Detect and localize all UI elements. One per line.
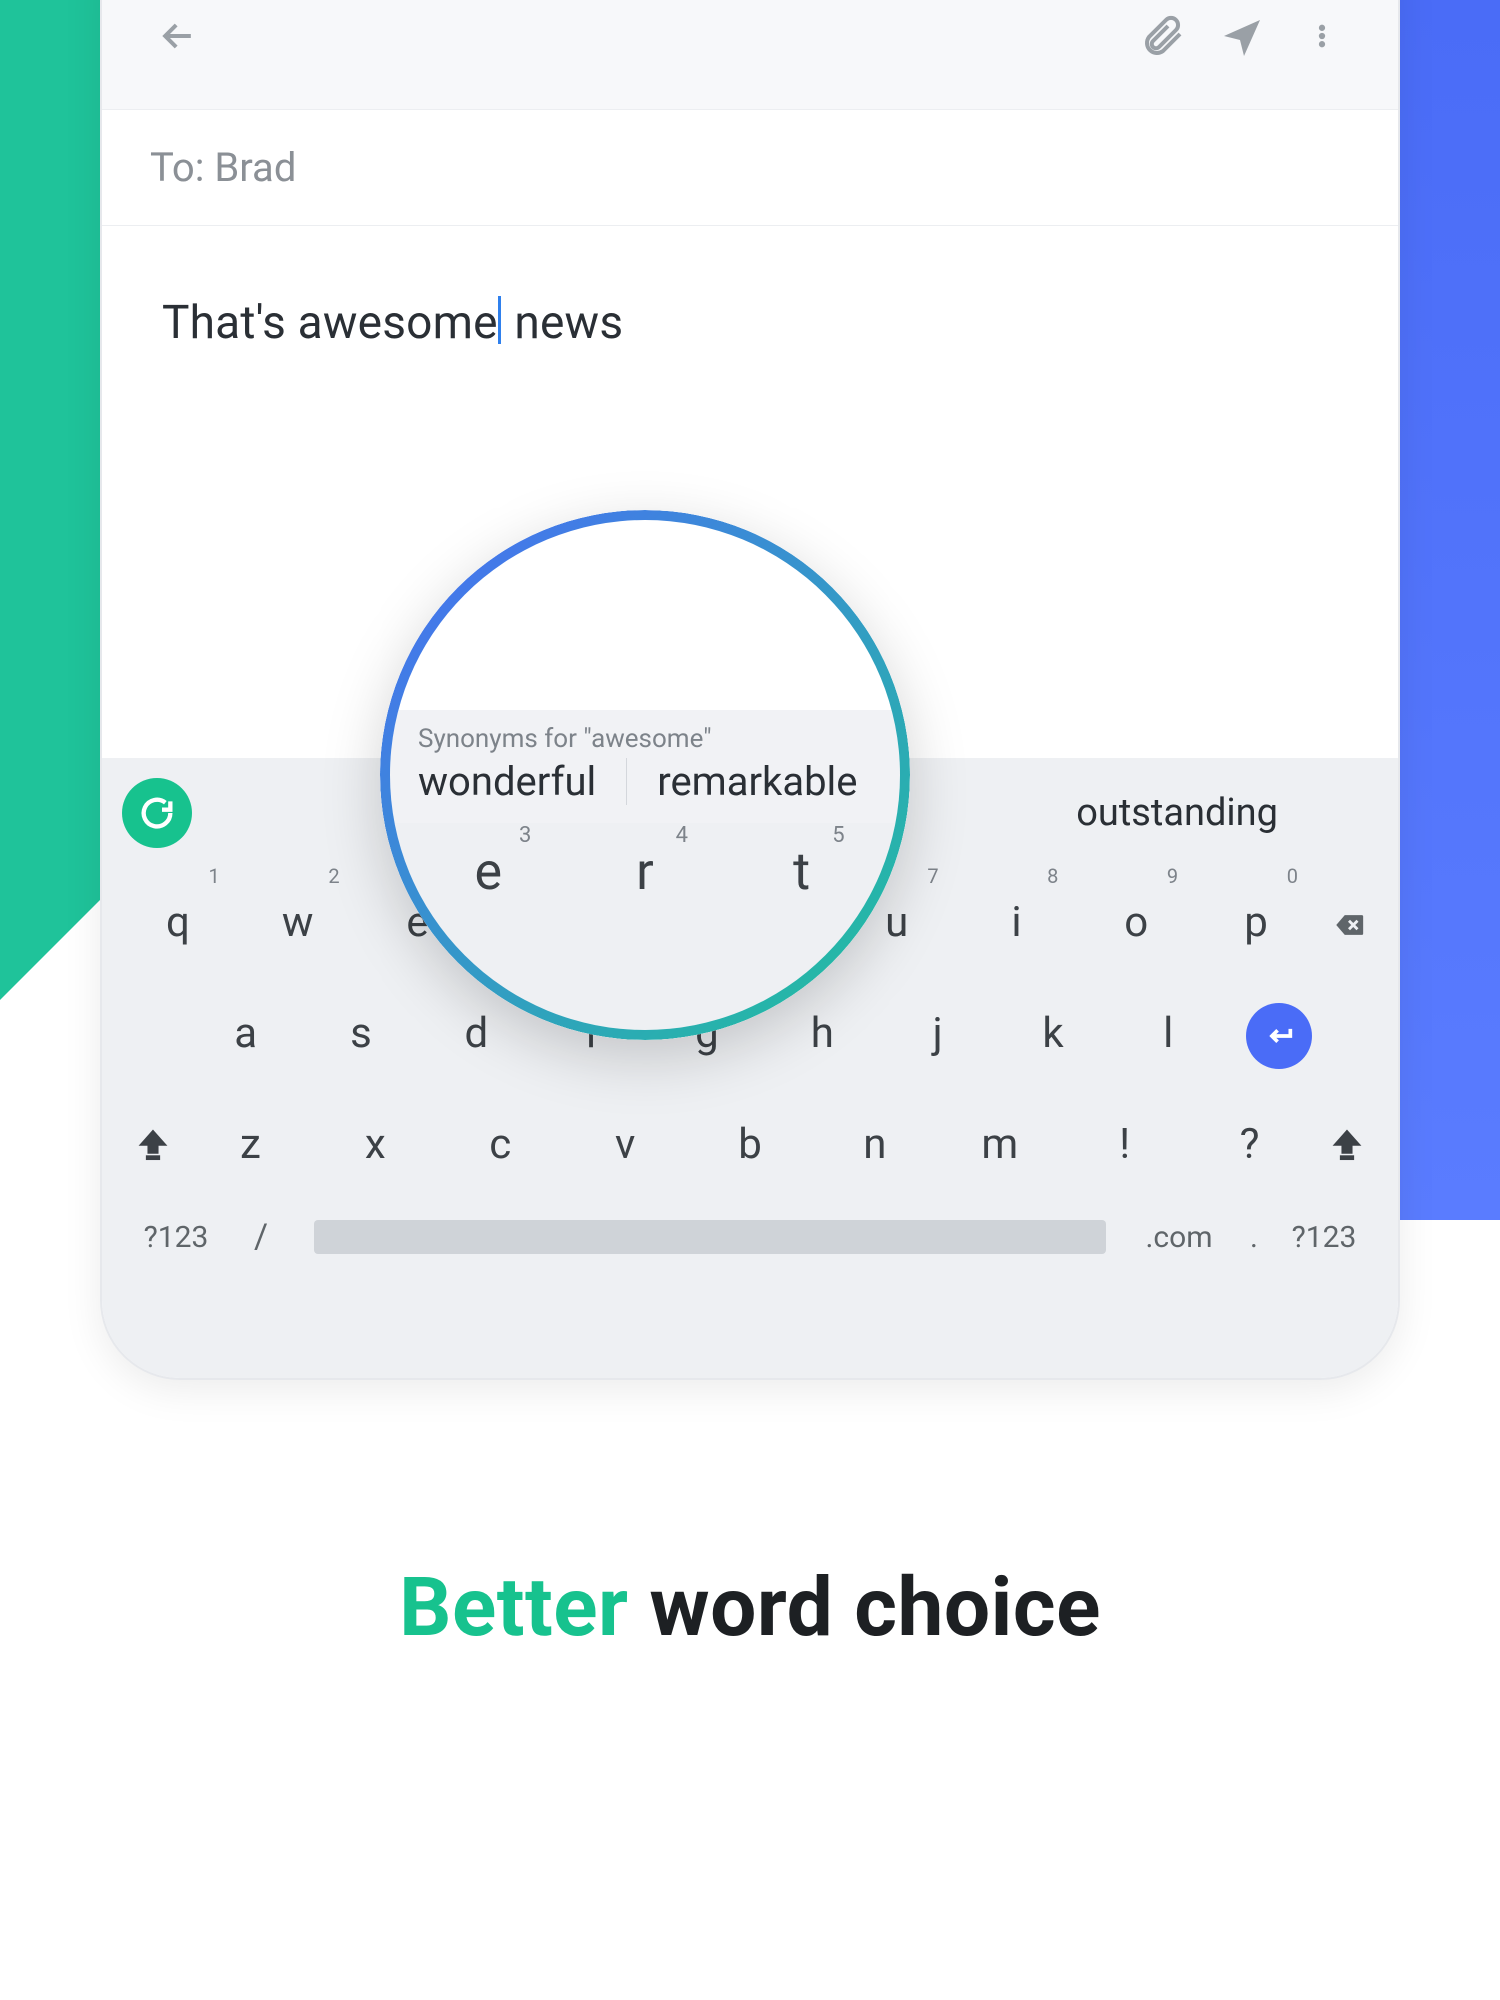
to-label: To: bbox=[150, 144, 204, 191]
dotcom-key[interactable]: .com bbox=[1124, 1220, 1234, 1255]
key-w[interactable]: w2 bbox=[238, 878, 358, 971]
suggestion-remarkable[interactable]: remarkable bbox=[657, 758, 857, 805]
key-m[interactable]: m bbox=[937, 1100, 1062, 1193]
key-b[interactable]: b bbox=[688, 1100, 813, 1193]
back-icon[interactable] bbox=[138, 14, 218, 58]
more-icon[interactable] bbox=[1282, 14, 1362, 58]
magnifier-lens: Synonyms for "awesome" wonderful remarka… bbox=[380, 510, 910, 1040]
body-after-caret: news bbox=[503, 296, 624, 350]
key-exclaim[interactable]: ! bbox=[1062, 1100, 1187, 1193]
grammarly-icon[interactable] bbox=[122, 778, 192, 848]
compose-toolbar bbox=[102, 0, 1398, 110]
key-a[interactable]: a bbox=[188, 989, 303, 1082]
headline-accent: Better bbox=[399, 1560, 628, 1656]
send-icon[interactable] bbox=[1202, 12, 1282, 60]
body-before-caret: That's awesome bbox=[162, 296, 498, 350]
key-n[interactable]: n bbox=[812, 1100, 937, 1193]
key-x[interactable]: x bbox=[313, 1100, 438, 1193]
attachment-icon[interactable] bbox=[1122, 12, 1202, 60]
lens-key-r[interactable]: r4 bbox=[590, 841, 700, 902]
key-j[interactable]: j bbox=[880, 989, 995, 1082]
synonym-title: Synonyms for "awesome" bbox=[418, 724, 872, 754]
backspace-key[interactable] bbox=[1316, 901, 1382, 949]
key-p[interactable]: p0 bbox=[1196, 878, 1316, 971]
key-l[interactable]: l bbox=[1111, 989, 1226, 1082]
to-field[interactable]: To: Brad bbox=[102, 110, 1398, 226]
lens-key-e[interactable]: e3 bbox=[433, 841, 543, 902]
symbols-key-left[interactable]: ?123 bbox=[126, 1220, 226, 1255]
slash-key[interactable]: / bbox=[226, 1217, 296, 1257]
key-v[interactable]: v bbox=[563, 1100, 688, 1193]
keyboard-bottom-row: ?123 / .com . ?123 bbox=[102, 1211, 1398, 1281]
lens-key-t[interactable]: t5 bbox=[747, 841, 857, 902]
text-caret bbox=[498, 296, 501, 344]
suggestion-outstanding[interactable]: outstanding bbox=[1076, 791, 1278, 835]
headline: Better word choice bbox=[0, 1560, 1500, 1656]
symbols-key-right[interactable]: ?123 bbox=[1274, 1220, 1374, 1255]
key-k[interactable]: k bbox=[995, 989, 1110, 1082]
key-z[interactable]: z bbox=[188, 1100, 313, 1193]
key-o[interactable]: o9 bbox=[1076, 878, 1196, 971]
key-c[interactable]: c bbox=[438, 1100, 563, 1193]
key-q[interactable]: q1 bbox=[118, 878, 238, 971]
to-recipient: Brad bbox=[214, 144, 296, 191]
period-key[interactable]: . bbox=[1234, 1220, 1274, 1255]
key-i[interactable]: i8 bbox=[957, 878, 1077, 971]
enter-key[interactable] bbox=[1246, 1003, 1312, 1069]
headline-rest: word choice bbox=[629, 1560, 1101, 1656]
key-question[interactable]: ? bbox=[1187, 1100, 1312, 1193]
spacebar[interactable] bbox=[314, 1220, 1106, 1254]
suggestion-wonderful[interactable]: wonderful bbox=[418, 758, 596, 805]
bg-accent-right bbox=[1400, 0, 1500, 1220]
keyboard-row-3: zxcvbnm!? bbox=[118, 1100, 1382, 1193]
compose-body[interactable]: That's awesome news bbox=[102, 226, 1398, 530]
key-h[interactable]: h bbox=[765, 989, 880, 1082]
shift-key-left[interactable] bbox=[118, 1126, 188, 1168]
shift-key-right[interactable] bbox=[1312, 1126, 1382, 1168]
key-s[interactable]: s bbox=[303, 989, 418, 1082]
synonym-panel: Synonyms for "awesome" wonderful remarka… bbox=[390, 710, 900, 823]
